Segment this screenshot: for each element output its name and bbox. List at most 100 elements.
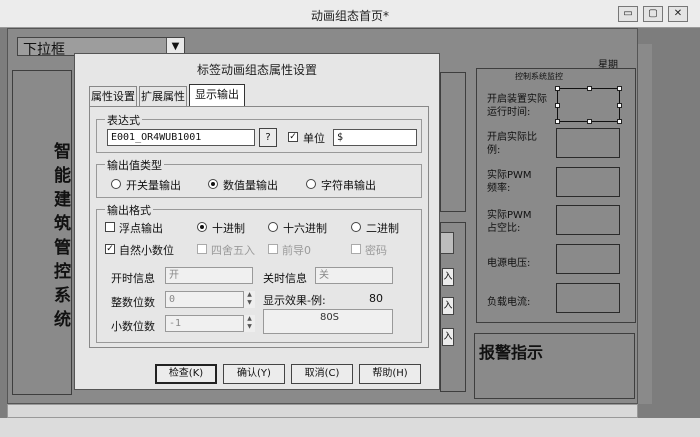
vertical-char: 能 [54,166,71,186]
resize-handle[interactable] [555,86,560,91]
close-button[interactable]: ✕ [668,6,688,22]
expression-browse-button[interactable]: ? [259,128,277,147]
middle-enter-button-3[interactable]: 入 [442,328,454,346]
window-title: 动画组态首页* [310,9,389,23]
leading-zero-checkbox[interactable] [268,244,278,254]
radio-binary[interactable] [351,222,361,232]
dec-digits-input[interactable]: -1 [165,315,255,332]
current-box[interactable] [556,283,620,313]
middle-input-box[interactable] [440,232,454,254]
dialog-title: 标签动画组态属性设置 [196,63,317,77]
resize-handle[interactable] [587,86,592,91]
middle-panel-top[interactable] [440,72,466,212]
leading-zero-label: 前导0 [282,244,311,257]
tab-properties[interactable]: 属性设置 [89,86,137,106]
vertical-char: 智 [54,142,71,162]
radio-string-output[interactable] [306,179,316,189]
float-output-checkbox[interactable] [105,222,115,232]
radio-switch-output[interactable] [111,179,121,189]
vertical-char: 控 [54,262,71,282]
window-titlebar: 动画组态首页* ▭ ▢ ✕ [0,0,700,28]
resize-handle[interactable] [617,103,622,108]
preview-label: 显示效果-例: [263,294,326,307]
int-digits-spinner[interactable]: ▲ ▼ [243,291,255,308]
vertical-char: 建 [54,190,71,210]
radio-decimal-label: 十进制 [212,222,245,235]
radio-binary-label: 二进制 [366,222,399,235]
resize-handle[interactable] [587,119,592,124]
expression-group: 表达式 E001_OR4WUB1001 ? ✓ 单位 $ [96,112,422,153]
radio-string-output-label: 字符串输出 [321,179,376,192]
help-button[interactable]: 帮助(H) [359,364,421,384]
confirm-button[interactable]: 确认(Y) [223,364,285,384]
properties-dialog: 标签动画组态属性设置 属性设置 扩展属性 显示输出 表达式 E001_OR4WU… [74,53,440,390]
tab-display-output[interactable]: 显示输出 [189,84,245,106]
dropdown-value: 下拉框 [23,42,65,58]
radio-decimal[interactable] [197,222,207,232]
float-output-label: 浮点输出 [119,222,163,235]
preview-result-box: 80S [263,309,393,334]
radio-numeric-output-label: 数值量输出 [223,179,278,192]
unit-checkbox[interactable]: ✓ [288,132,298,142]
round-checkbox[interactable] [197,244,207,254]
password-checkbox[interactable] [351,244,361,254]
runtime-value-box-selected[interactable] [555,86,622,124]
vertical-char: 管 [54,238,71,258]
ratio-value-box[interactable] [556,128,620,158]
restore-button[interactable]: ▢ [643,6,663,22]
tab-extended[interactable]: 扩展属性 [139,86,187,106]
check-button[interactable]: 检查(K) [155,364,217,384]
pwm-duty-label: 实际PWM占空比: [487,210,532,234]
on-info-label: 开时信息 [111,272,155,285]
expression-group-label: 表达式 [105,112,142,128]
on-info-input[interactable]: 开 [165,267,253,284]
radio-switch-output-label: 开关量输出 [126,179,181,192]
off-info-label: 关时信息 [263,272,307,285]
voltage-label: 电源电压: [487,258,531,269]
int-digits-input[interactable]: 0 [165,291,255,308]
cancel-button[interactable]: 取消(C) [291,364,353,384]
resize-handle[interactable] [617,119,622,124]
resize-handle[interactable] [555,119,560,124]
resize-handle[interactable] [617,86,622,91]
monitor-panel-title: 控制系统监控 [515,72,563,81]
round-label: 四舍五入 [211,244,255,257]
vertical-char: 统 [54,310,71,330]
pwm-duty-box[interactable] [556,205,620,235]
expression-input[interactable]: E001_OR4WUB1001 [107,129,255,146]
pwm-frequency-label: 实际PWM频率: [487,170,532,194]
vertical-scrollbar[interactable] [638,44,652,404]
runtime-label: 开启装置实际运行时间: [487,94,547,118]
output-format-group: 输出格式 浮点输出 十进制 十六进制 二进制 ✓ 自然小数位 四舍五入 前导0 … [96,202,422,343]
radio-hex-label: 十六进制 [283,222,327,235]
unit-input[interactable]: $ [333,129,417,146]
radio-numeric-output[interactable] [208,179,218,189]
middle-enter-button-2[interactable]: 入 [442,297,454,315]
preview-example: 80 [369,292,383,305]
left-title-vertical: 智 能 建 筑 管 控 系 统 [54,140,74,332]
output-format-group-label: 输出格式 [105,202,153,218]
unit-label: 单位 [303,132,325,145]
ratio-label: 开启实际比例: [487,132,537,156]
output-type-group: 输出值类型 开关量输出 数值量输出 字符串输出 [96,157,422,198]
minimize-button[interactable]: ▭ [618,6,638,22]
horizontal-scrollbar[interactable] [7,404,638,418]
output-type-group-label: 输出值类型 [105,157,164,173]
dec-digits-label: 小数位数 [111,320,155,333]
status-bar [0,418,700,437]
auto-decimal-checkbox[interactable]: ✓ [105,244,115,254]
auto-decimal-label: 自然小数位 [119,244,174,257]
current-label: 负载电流: [487,297,531,308]
middle-enter-button-1[interactable]: 入 [442,268,454,286]
alarm-title: 报警指示 [479,343,544,362]
password-label: 密码 [365,244,387,257]
off-info-input[interactable]: 关 [315,267,393,284]
voltage-box[interactable] [556,244,620,274]
tab-content: 表达式 E001_OR4WUB1001 ? ✓ 单位 $ 输出值类型 开关量输出… [89,106,429,348]
vertical-char: 系 [54,286,71,306]
vertical-char: 筑 [54,214,71,234]
radio-hex[interactable] [268,222,278,232]
pwm-frequency-box[interactable] [556,167,620,197]
resize-handle[interactable] [555,103,560,108]
dec-digits-spinner[interactable]: ▲ ▼ [243,315,255,332]
